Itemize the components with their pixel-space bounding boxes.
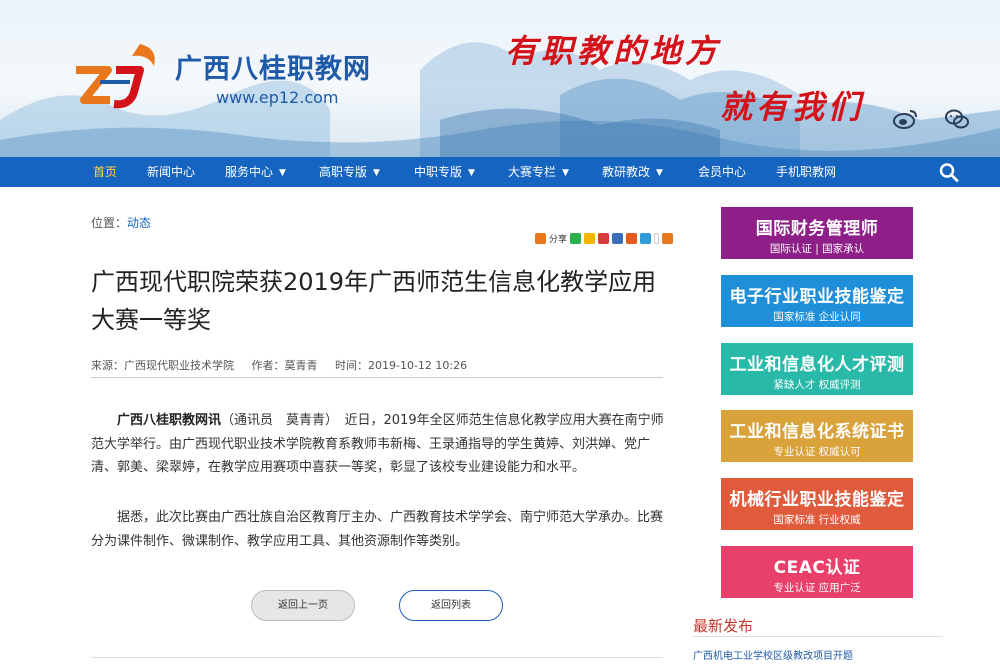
ad-title: CEAC认证 (773, 558, 861, 578)
slogan-line-1: 有职教的地方 (505, 32, 722, 70)
article-paragraph-2: 据悉，此次比赛由广西壮族自治区教育厅主办、广西教育技术学学会、南宁师范大学承办。… (91, 510, 664, 549)
article-lead: 广西八桂职教网讯 (117, 413, 222, 428)
chevron-down-icon: ▼ (468, 168, 475, 178)
ad-banner-cifm[interactable]: 国际财务管理师 国际认证 | 国家承认 (721, 207, 913, 259)
nav-teaching-research[interactable]: 教研教改 ▼ (602, 157, 663, 187)
latest-section-title: 最新发布 (693, 617, 754, 635)
header-banner: 广西八桂职教网 www.ep12.com 有职教的地方 就有我们 (0, 0, 1000, 157)
nav-competitions[interactable]: 大赛专栏 ▼ (508, 157, 569, 187)
ad-subtitle: 专业认证 权威认可 (773, 446, 861, 458)
main-nav: 首页 新闻中心 服务中心 ▼ 高职专版 ▼ 中职专版 ▼ 大赛专栏 ▼ 教研教改 ▼ 会员… (0, 157, 1000, 187)
weibo-share-icon[interactable] (598, 232, 610, 244)
renren-share-icon[interactable] (626, 232, 638, 244)
ad-banner-machinery[interactable]: 机械行业职业技能鉴定 国家标准 行业权威 (721, 478, 913, 530)
article-paragraph-1: 广西八桂职教网讯（通讯员 莫青青） 近日，2019年全区师范生信息化教学应用大赛… (91, 409, 666, 480)
nav-mobile[interactable]: 手机职教网 (776, 157, 836, 187)
article-author: 作者：莫青青 (251, 359, 318, 372)
weibo-icon[interactable] (892, 108, 918, 130)
chevron-down-icon: ▼ (656, 168, 663, 178)
share-bar: 分享 (535, 230, 674, 246)
share-divider (654, 232, 660, 244)
nav-services[interactable]: 服务中心 ▼ (225, 157, 286, 187)
ad-subtitle: 紧缺人才 权威评测 (773, 379, 861, 391)
latest-section-divider (693, 636, 943, 637)
breadcrumb-link[interactable]: 动态 (127, 216, 151, 230)
site-logo-icon[interactable] (70, 40, 165, 112)
ad-title: 机械行业职业技能鉴定 (729, 490, 905, 510)
site-url: www.ep12.com (216, 88, 339, 107)
search-icon[interactable] (938, 162, 960, 182)
back-to-list-button[interactable]: 返回列表 (399, 590, 503, 621)
ad-title: 工业和信息化系统证书 (729, 422, 905, 442)
article-meta: 来源：广西现代职业技术学院 作者：莫青青 时间：2019-10-12 10:26 (91, 357, 481, 373)
ad-banner-it-talent[interactable]: 工业和信息化人才评测 紧缺人才 权威评测 (721, 343, 913, 395)
wechat-share-icon[interactable] (570, 232, 582, 244)
back-previous-button[interactable]: 返回上一页 (251, 590, 355, 621)
site-name[interactable]: 广西八桂职教网 (175, 47, 371, 86)
nav-news[interactable]: 新闻中心 (147, 157, 195, 187)
qzone-share-icon[interactable] (584, 232, 596, 244)
chevron-down-icon: ▼ (279, 168, 286, 178)
share-label[interactable]: 分享 (549, 232, 567, 245)
slogan-line-2: 就有我们 (720, 88, 865, 126)
share-more-icon[interactable] (535, 232, 546, 244)
ad-banner-it-cert[interactable]: 工业和信息化系统证书 专业认证 权威认可 (721, 410, 913, 462)
ad-title: 国际财务管理师 (755, 219, 879, 239)
bottom-divider (91, 657, 663, 658)
article-time: 时间：2019-10-12 10:26 (335, 359, 468, 372)
chevron-down-icon: ▼ (373, 168, 380, 178)
nav-higher-vocational[interactable]: 高职专版 ▼ (319, 157, 380, 187)
wechat-icon[interactable] (944, 108, 970, 130)
ad-title: 工业和信息化人才评测 (729, 355, 905, 375)
ad-subtitle: 国家标准 行业权威 (773, 514, 861, 526)
share-count-icon[interactable] (662, 232, 674, 244)
ad-subtitle: 专业认证 应用广泛 (773, 582, 861, 594)
ad-subtitle: 国家标准 企业认同 (773, 311, 861, 323)
article-source: 来源：广西现代职业技术学院 (91, 359, 234, 372)
breadcrumb: 位置：动态 (91, 214, 151, 231)
ad-banner-electronics[interactable]: 电子行业职业技能鉴定 国家标准 企业认同 (721, 275, 913, 327)
ad-subtitle: 国际认证 | 国家承认 (769, 243, 865, 255)
breadcrumb-prefix: 位置： (91, 216, 128, 230)
ad-banner-ceac[interactable]: CEAC认证 专业认证 应用广泛 (721, 546, 913, 598)
nav-member-center[interactable]: 会员中心 (698, 157, 746, 187)
nav-home[interactable]: 首页 (93, 157, 117, 187)
latest-news-item[interactable]: 广西机电工业学校区级教改项目开题 (693, 647, 853, 662)
ad-title: 电子行业职业技能鉴定 (729, 287, 905, 307)
meta-divider (91, 377, 663, 378)
article-title: 广西现代职院荣获2019年广西师范生信息化教学应用大赛一等奖 (91, 268, 657, 334)
chevron-down-icon: ▼ (562, 168, 569, 178)
nav-secondary-vocational[interactable]: 中职专版 ▼ (414, 157, 475, 187)
tencent-share-icon[interactable] (612, 232, 624, 244)
douban-share-icon[interactable] (640, 232, 652, 244)
